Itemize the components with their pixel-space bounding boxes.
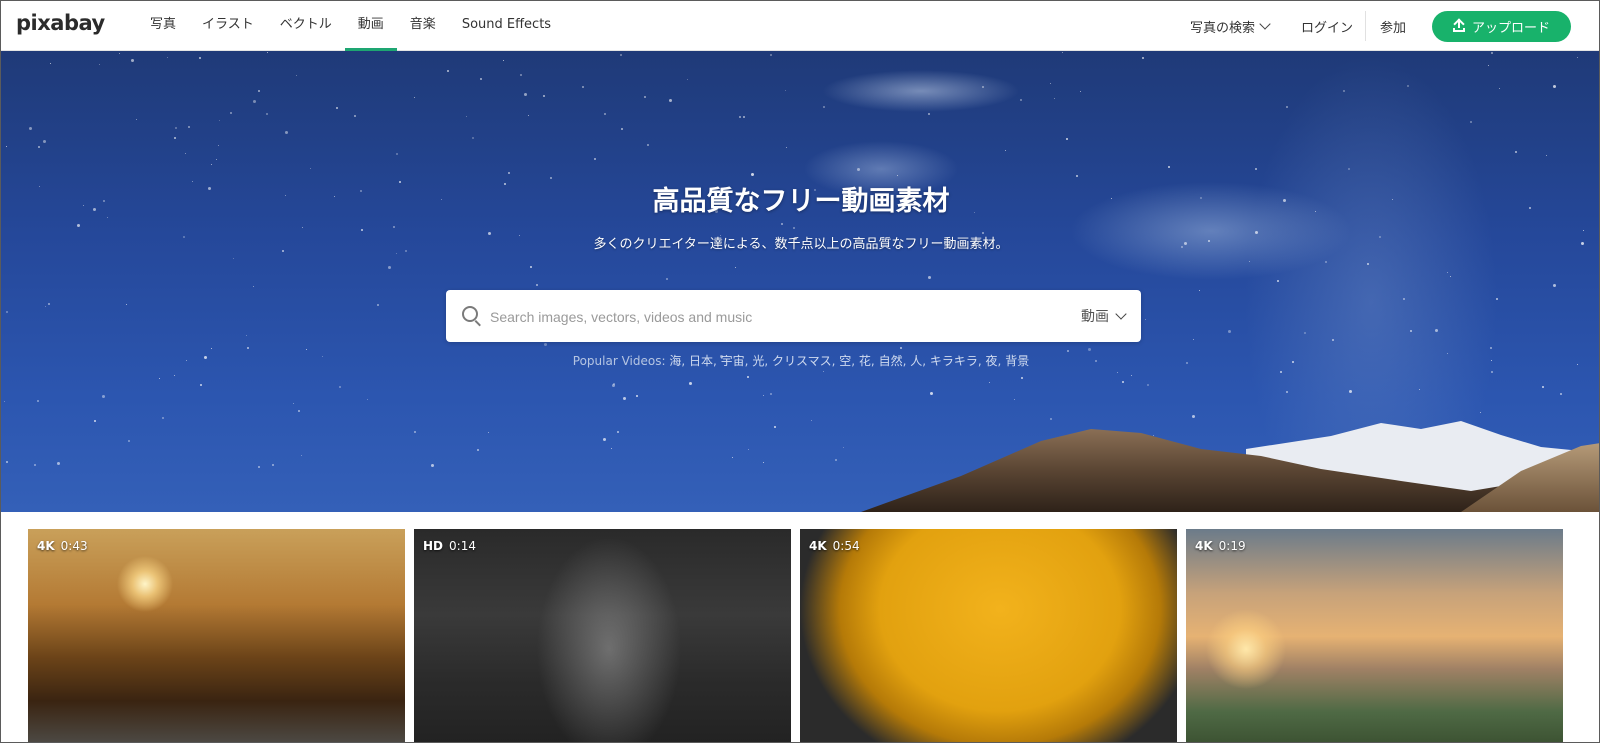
quality-badge: 4K	[37, 539, 55, 553]
popular-tag-link[interactable]: 人	[910, 354, 922, 368]
hero-banner: 高品質なフリー動画素材 多くのクリエイター達による、数千点以上の高品質なフリー動…	[1, 51, 1599, 512]
login-link[interactable]: ログイン	[1289, 17, 1365, 36]
quality-badge: 4K	[809, 539, 827, 553]
popular-tag-link[interactable]: 夜	[986, 354, 998, 368]
search-type-label: 動画	[1081, 309, 1109, 325]
right-nav: 写真の検索 ログイン 参加 アップロード	[1190, 1, 1571, 51]
explore-label: 写真の検索	[1189, 20, 1255, 36]
hero-title: 高品質なフリー動画素材	[652, 186, 950, 217]
video-meta: HD 0:14	[423, 539, 476, 553]
browser-frame: pixabay 写真 イラスト ベクトル 動画 音楽 Sound Effects…	[0, 0, 1600, 743]
popular-tag-link[interactable]: 光	[752, 354, 764, 368]
chevron-down-icon	[1115, 308, 1127, 320]
video-duration: 0:43	[60, 539, 88, 553]
tag-separator: ,	[764, 354, 772, 368]
popular-videos: Popular Videos: 海, 日本, 宇宙, 光, クリスマス, 空, …	[1, 352, 1599, 369]
video-grid: 4K 0:43 HD 0:14 4K 0:54 4K 0:19	[28, 529, 1590, 742]
upload-button[interactable]: アップロード	[1432, 10, 1571, 42]
tag-separator: ,	[851, 354, 859, 368]
upload-icon	[1452, 18, 1465, 32]
popular-tag-link[interactable]: 海	[669, 354, 681, 368]
video-thumbnail[interactable]: 4K 0:43	[28, 529, 405, 742]
tag-separator: ,	[977, 354, 986, 368]
popular-tag-link[interactable]: 背景	[1005, 354, 1029, 368]
popular-tag-link[interactable]: クリスマス	[772, 354, 832, 368]
nav-music[interactable]: 音楽	[397, 1, 449, 51]
video-thumbnail[interactable]: 4K 0:19	[1186, 529, 1563, 742]
join-link[interactable]: 参加	[1366, 17, 1432, 36]
video-meta: 4K 0:54	[809, 539, 860, 553]
popular-tag-link[interactable]: 自然	[879, 354, 903, 368]
video-duration: 0:19	[1218, 539, 1246, 553]
video-duration: 0:54	[832, 539, 860, 553]
nav-illustrations[interactable]: イラスト	[189, 1, 267, 51]
video-meta: 4K 0:43	[37, 539, 88, 553]
tag-separator: ,	[922, 354, 930, 368]
popular-tag-link[interactable]: 空	[839, 354, 851, 368]
video-meta: 4K 0:19	[1195, 539, 1246, 553]
popular-label: Popular Videos:	[572, 354, 666, 368]
top-header: pixabay 写真 イラスト ベクトル 動画 音楽 Sound Effects…	[1, 1, 1599, 51]
search-icon[interactable]	[462, 306, 478, 322]
search-type-dropdown[interactable]: 動画	[1081, 290, 1127, 342]
hero-subtitle: 多くのクリエイター達による、数千点以上の高品質なフリー動画素材。	[593, 237, 1009, 252]
video-duration: 0:14	[449, 539, 476, 553]
nav-sound-effects[interactable]: Sound Effects	[449, 1, 564, 51]
explore-dropdown[interactable]: 写真の検索	[1190, 17, 1289, 36]
upload-label: アップロード	[1471, 19, 1550, 35]
nav-vectors[interactable]: ベクトル	[267, 1, 345, 51]
video-thumbnail[interactable]: 4K 0:54	[800, 529, 1177, 742]
mountain-silhouette	[861, 421, 1599, 512]
quality-badge: 4K	[1195, 539, 1213, 553]
search-input[interactable]	[488, 300, 1052, 334]
tag-separator: ,	[713, 354, 721, 368]
popular-tag-link[interactable]: 宇宙	[721, 354, 745, 368]
video-thumbnail[interactable]: HD 0:14	[414, 529, 791, 742]
chevron-down-icon	[1259, 18, 1271, 30]
nav-photos[interactable]: 写真	[137, 1, 189, 51]
popular-tag-link[interactable]: 日本	[689, 354, 713, 368]
popular-tag-link[interactable]: 花	[859, 354, 871, 368]
tag-separator: ,	[681, 354, 689, 368]
pixabay-logo[interactable]: pixabay	[16, 11, 105, 35]
tag-separator: ,	[870, 354, 879, 368]
popular-tags: 海, 日本, 宇宙, 光, クリスマス, 空, 花, 自然, 人, キラキラ, …	[669, 354, 1029, 368]
main-nav: 写真 イラスト ベクトル 動画 音楽 Sound Effects	[137, 1, 564, 51]
nav-videos[interactable]: 動画	[344, 1, 397, 51]
popular-tag-link[interactable]: キラキラ	[930, 354, 978, 368]
quality-badge: HD	[423, 539, 444, 553]
search-bar: 動画	[446, 290, 1141, 342]
